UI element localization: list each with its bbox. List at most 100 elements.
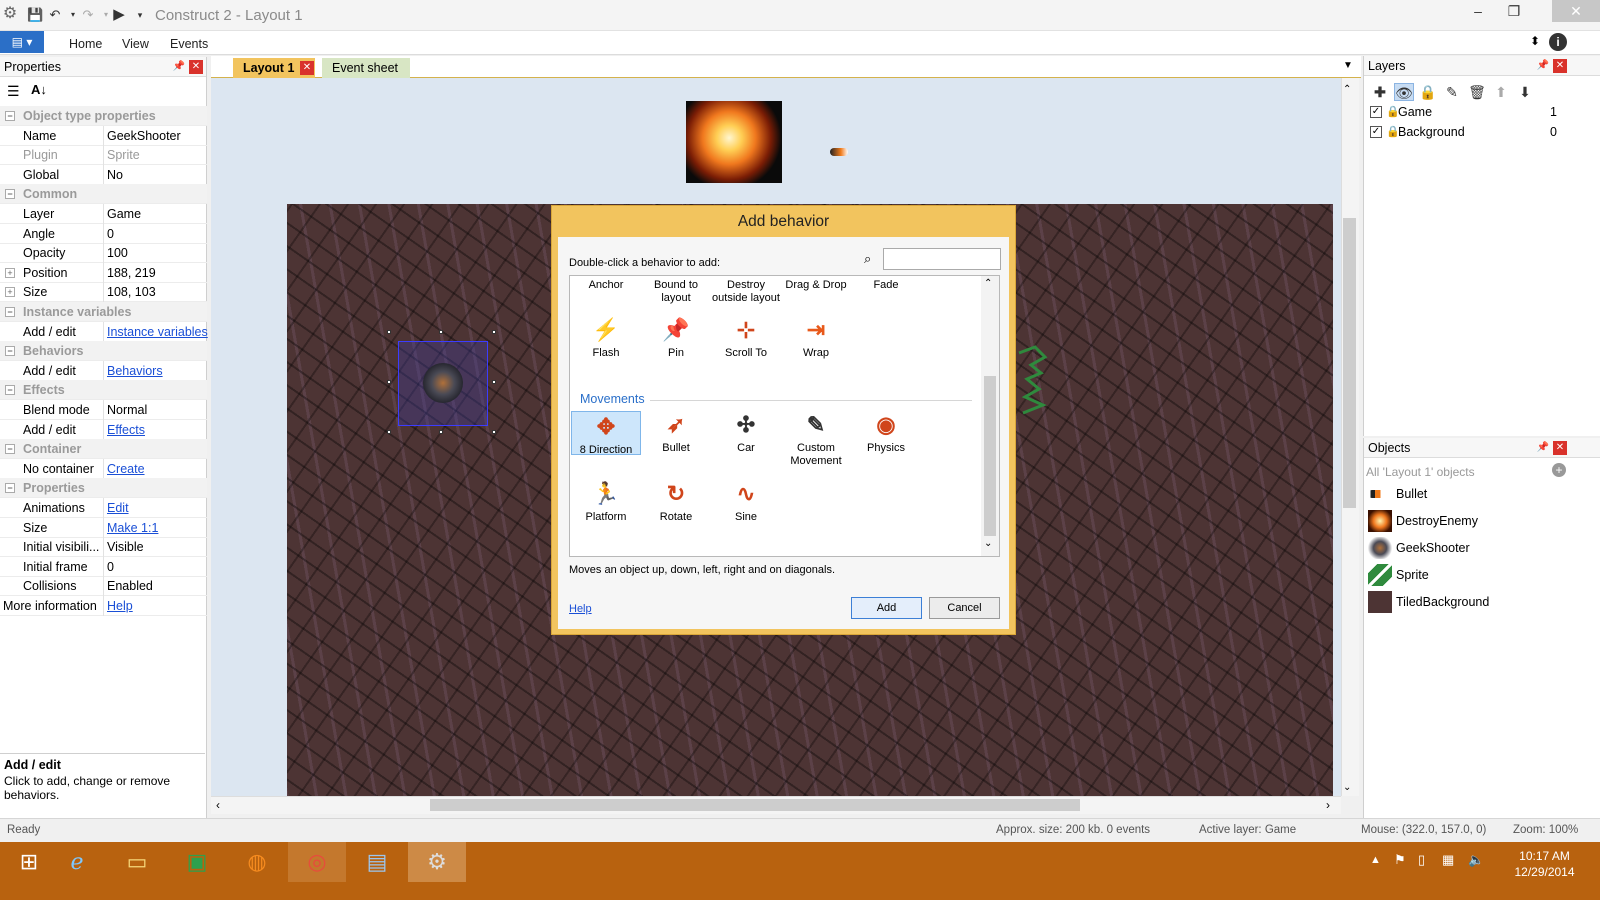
tab-list-dropdown-icon[interactable]: ▼ — [1343, 60, 1353, 71]
collapse-icon[interactable]: − — [5, 385, 15, 396]
property-row-angle[interactable]: Angle 0 — [0, 223, 207, 244]
horizontal-scroll-thumb[interactable] — [430, 799, 1080, 811]
property-value[interactable]: 0 — [107, 224, 114, 244]
expand-icon[interactable]: + — [5, 267, 15, 278]
property-category-object-type-properties[interactable]: − Object type properties — [0, 106, 207, 126]
move-layer-down-icon[interactable]: ⬇ — [1515, 83, 1535, 101]
resize-handle[interactable] — [492, 330, 496, 334]
property-row-add-edit[interactable]: Add / edit Effects — [0, 419, 207, 440]
list-scroll-down-icon[interactable]: ⌄ — [984, 538, 992, 549]
property-category-behaviors[interactable]: − Behaviors — [0, 341, 207, 362]
property-category-effects[interactable]: − Effects — [0, 380, 207, 401]
property-link[interactable]: Behaviors — [107, 361, 163, 381]
resize-handle[interactable] — [387, 330, 391, 334]
property-link[interactable]: Help — [107, 596, 133, 616]
property-link[interactable]: Edit — [107, 498, 129, 518]
property-row-size[interactable]: + Size 108, 103 — [0, 282, 207, 303]
resize-handle[interactable] — [492, 430, 496, 434]
property-value[interactable]: Game — [107, 204, 141, 224]
property-row-initial-frame[interactable]: Initial frame 0 — [0, 556, 207, 577]
restore-button[interactable]: ❐ — [1496, 0, 1532, 22]
property-row-global[interactable]: Global No — [0, 164, 207, 185]
behavior-list[interactable]: Anchor Bound to layout Destroy outside lay… — [569, 275, 1000, 557]
scroll-down-icon[interactable]: ⌄ — [1343, 782, 1351, 793]
behavior-rotate[interactable]: ↻ Rotate — [641, 480, 711, 524]
property-row-layer[interactable]: Layer Game — [0, 204, 207, 224]
property-value[interactable]: 108, 103 — [107, 282, 156, 302]
close-tab-icon[interactable]: ✕ — [300, 61, 314, 75]
property-value[interactable]: Visible — [107, 537, 144, 557]
behavior-bullet[interactable]: ➶ Bullet — [641, 411, 711, 455]
behavior-search-input[interactable] — [883, 248, 1001, 270]
resize-handle[interactable] — [387, 380, 391, 384]
sort-alpha-icon[interactable]: A↓ — [31, 82, 47, 97]
resize-handle[interactable] — [439, 330, 443, 334]
behavior-platform[interactable]: 🏃 Platform — [571, 480, 641, 524]
scroll-right-icon[interactable]: › — [1326, 798, 1330, 812]
behavior-custom-movement[interactable]: ✎ Custom Movement — [781, 411, 851, 468]
property-value[interactable]: 100 — [107, 243, 128, 263]
vertical-scroll-thumb[interactable] — [1343, 218, 1356, 508]
property-link[interactable]: Create — [107, 459, 145, 479]
scroll-left-icon[interactable]: ‹ — [216, 798, 220, 812]
behavior-pin[interactable]: 📌 Pin — [641, 316, 711, 360]
property-row-blend-mode[interactable]: Blend mode Normal — [0, 400, 207, 420]
property-category-common[interactable]: − Common — [0, 184, 207, 205]
categorized-view-icon[interactable]: ☰ — [7, 83, 20, 100]
show-hidden-icons-icon[interactable]: ▲ — [1370, 854, 1381, 866]
close-window-button[interactable]: ✕ — [1552, 0, 1600, 22]
behavior-fade[interactable]: Fade — [851, 279, 921, 292]
collapse-icon[interactable]: − — [5, 483, 15, 494]
layer-row-background[interactable]: ✓ 🔒 Background 0 — [1364, 122, 1600, 142]
close-panel-icon[interactable]: ✕ — [1553, 59, 1567, 73]
close-panel-icon[interactable]: ✕ — [1553, 441, 1567, 455]
store-icon[interactable]: ▣ — [168, 842, 226, 882]
property-link[interactable]: Instance variables — [107, 322, 208, 342]
object-item-destroyenemy[interactable]: DestroyEnemy — [1364, 508, 1600, 535]
property-row-name[interactable]: Name GeekShooter — [0, 125, 207, 146]
behavior-anchor[interactable]: Anchor — [571, 279, 641, 292]
dialog-help-link[interactable]: Help — [569, 603, 592, 615]
property-row-size[interactable]: Size Make 1:1 — [0, 517, 207, 538]
file-explorer-icon[interactable]: ▭ — [108, 842, 166, 882]
geek-shooter-sprite[interactable] — [423, 363, 463, 403]
resize-handle[interactable] — [387, 430, 391, 434]
object-item-sprite[interactable]: Sprite — [1364, 562, 1600, 589]
close-panel-icon[interactable]: ✕ — [189, 60, 203, 74]
behavior-sine[interactable]: ∿ Sine — [711, 480, 781, 524]
scroll-up-icon[interactable]: ⌃ — [1343, 84, 1351, 95]
behavior-flash[interactable]: ⚡ Flash — [571, 316, 641, 360]
remote-desktop-icon[interactable]: ▤ — [348, 842, 406, 882]
property-category-container[interactable]: − Container — [0, 439, 207, 460]
property-row-animations[interactable]: Animations Edit — [0, 498, 207, 518]
undo-dropdown-icon[interactable]: ▾ — [65, 7, 81, 23]
undo-icon[interactable]: ↶ — [47, 7, 63, 23]
collapse-icon[interactable]: − — [5, 444, 15, 455]
property-row-plugin[interactable]: Plugin Sprite — [0, 145, 207, 166]
property-value[interactable]: Enabled — [107, 576, 153, 596]
layer-visible-checkbox[interactable]: ✓ — [1370, 126, 1382, 138]
object-item-tiledbackground[interactable]: TiledBackground — [1364, 589, 1600, 616]
behavior-physics[interactable]: ◉ Physics — [851, 411, 921, 455]
pin-icon[interactable]: 📌 — [1536, 441, 1550, 455]
delete-layer-icon[interactable]: 🗑 — [1467, 83, 1487, 101]
info-icon[interactable]: i — [1549, 33, 1567, 51]
tab-event-sheet-1[interactable]: Event sheet 1 — [322, 58, 410, 95]
property-row-opacity[interactable]: Opacity 100 — [0, 243, 207, 264]
quick-access-dropdown-icon[interactable]: ▾ — [132, 7, 148, 23]
save-icon[interactable]: 💾 — [27, 7, 43, 23]
add-layer-icon[interactable]: ✚ — [1370, 83, 1390, 101]
resize-handle[interactable] — [439, 430, 443, 434]
property-value[interactable]: 0 — [107, 557, 114, 577]
enemy-sprite[interactable] — [1017, 343, 1049, 415]
tab-home[interactable]: Home — [69, 37, 102, 51]
action-center-icon[interactable]: ⚑ — [1394, 852, 1406, 868]
property-link[interactable]: Effects — [107, 420, 145, 440]
property-category-properties[interactable]: − Properties — [0, 478, 207, 499]
property-category-instance-variables[interactable]: − Instance variables — [0, 302, 207, 322]
property-row-more-information[interactable]: More information Help — [0, 596, 207, 616]
pin-icon[interactable]: 📌 — [1536, 59, 1550, 73]
taskbar-clock[interactable]: 10:17 AM 12/29/2014 — [1497, 848, 1592, 880]
property-value[interactable]: No — [107, 165, 123, 185]
property-row-initial-visibili[interactable]: Initial visibili... Visible — [0, 537, 207, 558]
